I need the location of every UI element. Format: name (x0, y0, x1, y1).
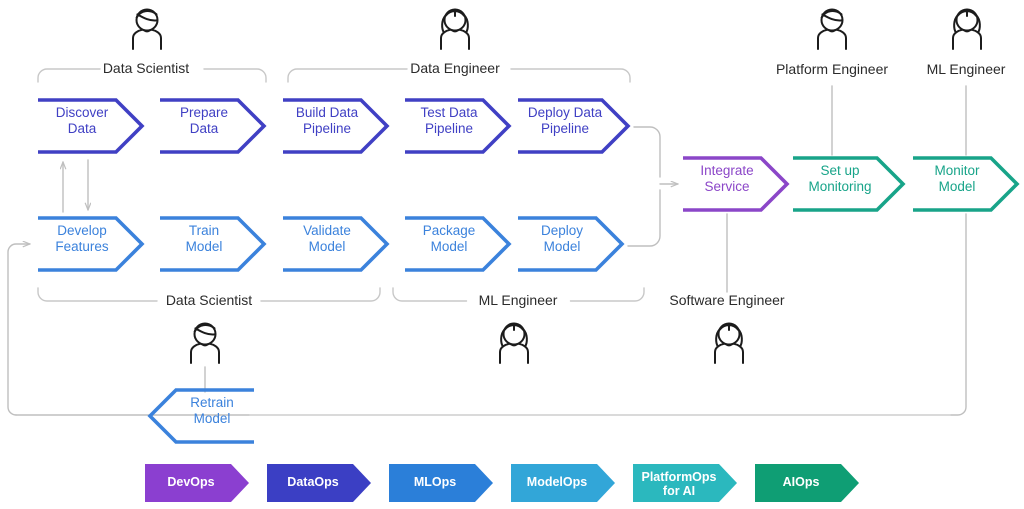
role-bot-ml-engineer: ML Engineer (478, 292, 558, 308)
person-icon-ml-engineer-top (952, 8, 982, 50)
role-top-data-scientist: Data Scientist (102, 60, 190, 76)
person-icon-platform-engineer (817, 8, 847, 50)
role-top-data-engineer: Data Engineer (410, 60, 500, 76)
role-bot-data-scientist: Data Scientist (165, 292, 253, 308)
person-icon-ml-engineer-bot (499, 322, 529, 364)
role-software-engineer: Software Engineer (669, 292, 785, 308)
role-ml-engineer-top: ML Engineer (926, 61, 1006, 77)
person-icon-data-scientist-top (132, 8, 162, 50)
person-icon-software-engineer (714, 322, 744, 364)
person-icon-data-engineer-top (440, 8, 470, 50)
mlops-diagram: Discover Data Prepare Data Build Data Pipe… (0, 0, 1024, 509)
person-icon-data-scientist-bot (190, 322, 220, 364)
